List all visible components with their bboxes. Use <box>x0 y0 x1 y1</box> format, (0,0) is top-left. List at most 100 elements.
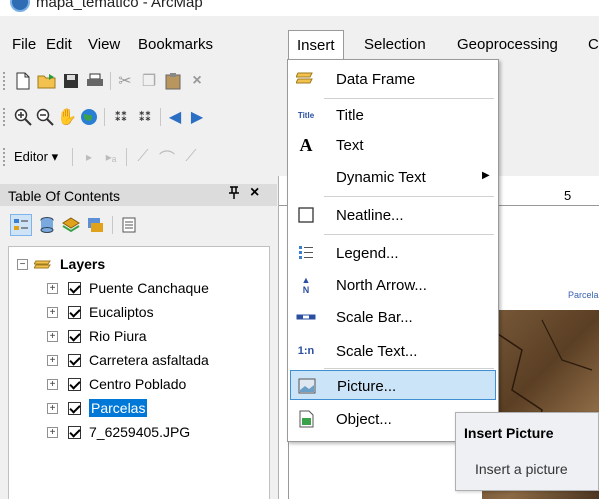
menu-item-label: Text <box>336 137 364 154</box>
zoom-out-icon[interactable] <box>34 106 56 128</box>
pin-icon[interactable] <box>228 186 240 203</box>
toolbar-separator <box>160 108 161 126</box>
edit-annotation-icon[interactable]: ▸ₐ <box>100 146 122 168</box>
paste-icon[interactable] <box>162 70 184 92</box>
expand-icon[interactable]: + <box>47 354 58 366</box>
list-by-source-icon[interactable] <box>36 214 58 236</box>
menu-view[interactable]: View <box>88 36 120 53</box>
menu-geoprocessing[interactable]: Geoprocessing <box>457 36 558 53</box>
full-extent-globe-icon[interactable] <box>78 106 100 128</box>
menu-item-label: North Arrow... <box>336 277 427 294</box>
layer-row[interactable]: + Eucaliptos <box>47 301 154 323</box>
fixed-zoom-in-icon[interactable]: ⁑⁑ <box>110 106 132 128</box>
menu-item-data-frame[interactable]: Data Frame <box>290 64 496 94</box>
toolbar-grip[interactable] <box>3 108 6 126</box>
copy-icon[interactable]: ❐ <box>138 70 160 92</box>
menu-insert[interactable]: Insert <box>288 30 344 60</box>
collapse-icon[interactable]: − <box>17 258 28 270</box>
menu-separator <box>324 368 494 369</box>
menu-item-text[interactable]: A Text <box>290 130 496 160</box>
open-folder-icon[interactable] <box>36 70 58 92</box>
back-arrow-icon[interactable]: ◀ <box>164 106 186 128</box>
menu-customize[interactable]: C <box>588 36 599 53</box>
layers-root-node[interactable]: − Layers <box>17 253 105 275</box>
menu-bar: File Edit View Bookmarks Insert Selectio… <box>0 30 599 60</box>
options-icon[interactable] <box>118 214 140 236</box>
scale-text-icon: 1:n <box>297 345 315 357</box>
toc-close-icon[interactable]: × <box>250 184 259 202</box>
fixed-zoom-out-icon[interactable]: ⁑⁑ <box>134 106 156 128</box>
straight-segment-icon[interactable]: ⟋ <box>132 146 154 168</box>
table-of-contents-panel: Table Of Contents × − Layers + Puente Ca… <box>0 176 277 499</box>
layer-visibility-checkbox[interactable] <box>68 377 81 391</box>
map-title-label: Parcela <box>568 290 599 300</box>
insert-picture-tooltip: Insert Picture Insert a picture <box>455 412 599 491</box>
delete-icon[interactable]: × <box>186 70 208 92</box>
trace-icon[interactable]: ⟋ <box>180 146 202 168</box>
menu-item-scale-text[interactable]: 1:n Scale Text... <box>290 336 496 366</box>
toolbar-separator <box>112 216 113 234</box>
layer-name[interactable]: Parcelas <box>89 399 148 417</box>
menu-bookmarks[interactable]: Bookmarks <box>138 36 213 53</box>
layer-visibility-checkbox[interactable] <box>68 401 81 415</box>
print-icon[interactable] <box>84 70 106 92</box>
menu-item-scale-bar[interactable]: Scale Bar... <box>290 302 496 332</box>
north-arrow-letter: N <box>302 285 310 295</box>
new-document-icon[interactable] <box>12 70 34 92</box>
save-icon[interactable] <box>60 70 82 92</box>
layer-row[interactable]: + Carretera asfaltada <box>47 349 209 371</box>
zoom-in-icon[interactable] <box>12 106 34 128</box>
expand-icon[interactable]: + <box>47 306 58 318</box>
menu-selection[interactable]: Selection <box>364 36 426 53</box>
edit-tool-icon[interactable]: ▸ <box>78 146 100 168</box>
layer-row[interactable]: + Centro Poblado <box>47 373 186 395</box>
layer-visibility-checkbox[interactable] <box>68 281 81 295</box>
menu-file[interactable]: File <box>12 36 36 53</box>
menu-edit[interactable]: Edit <box>46 36 72 53</box>
scale-bar-icon <box>296 307 316 327</box>
toolbar-separator <box>72 148 73 166</box>
layer-visibility-checkbox[interactable] <box>68 425 81 439</box>
menu-separator <box>324 234 494 235</box>
layer-row[interactable]: + 7_6259405.JPG <box>47 421 190 443</box>
list-by-drawing-order-icon[interactable] <box>10 214 32 236</box>
toolbar-grip[interactable] <box>3 72 6 90</box>
list-by-selection-icon[interactable] <box>84 214 106 236</box>
layer-name[interactable]: Eucaliptos <box>89 304 154 320</box>
menu-item-label: Dynamic Text <box>336 169 426 186</box>
endpoint-arc-icon[interactable]: ⌒ <box>156 146 178 168</box>
layer-name[interactable]: Centro Poblado <box>89 376 186 392</box>
text-icon: A <box>299 134 313 155</box>
expand-icon[interactable]: + <box>47 330 58 342</box>
menu-separator <box>324 196 494 197</box>
menu-item-picture[interactable]: Picture... <box>290 370 496 400</box>
menu-item-neatline[interactable]: Neatline... <box>290 200 496 230</box>
layer-row-selected[interactable]: + Parcelas <box>47 397 148 419</box>
list-by-visibility-icon[interactable] <box>60 214 82 236</box>
layers-root-label: Layers <box>60 256 106 272</box>
layer-visibility-checkbox[interactable] <box>68 353 81 367</box>
editor-menu[interactable]: Editor ▾ <box>14 149 58 165</box>
layer-name[interactable]: Rio Piura <box>89 328 147 344</box>
layer-visibility-checkbox[interactable] <box>68 305 81 319</box>
cut-icon[interactable]: ✂ <box>114 70 136 92</box>
menu-item-title[interactable]: Title Title <box>290 100 496 130</box>
pan-hand-icon[interactable]: ✋ <box>56 106 78 128</box>
layer-name[interactable]: 7_6259405.JPG <box>89 424 190 440</box>
standard-toolbar: ✂ ❐ × <box>0 64 290 98</box>
forward-arrow-icon[interactable]: ▶ <box>186 106 208 128</box>
expand-icon[interactable]: + <box>47 378 58 390</box>
expand-icon[interactable]: + <box>47 402 58 414</box>
menu-item-dynamic-text[interactable]: Dynamic Text ▶ <box>290 162 496 192</box>
layer-name[interactable]: Carretera asfaltada <box>89 352 209 368</box>
expand-icon[interactable]: + <box>47 426 58 438</box>
layer-visibility-checkbox[interactable] <box>68 329 81 343</box>
menu-item-north-arrow[interactable]: ▲ N North Arrow... <box>290 270 496 300</box>
menu-item-legend[interactable]: Legend... <box>290 238 496 268</box>
layer-row[interactable]: + Rio Piura <box>47 325 147 347</box>
expand-icon[interactable]: + <box>47 282 58 294</box>
layer-row[interactable]: + Puente Canchaque <box>47 277 209 299</box>
layer-name[interactable]: Puente Canchaque <box>89 280 209 296</box>
toolbar-grip[interactable] <box>3 148 6 166</box>
menu-item-label: Neatline... <box>336 207 404 224</box>
